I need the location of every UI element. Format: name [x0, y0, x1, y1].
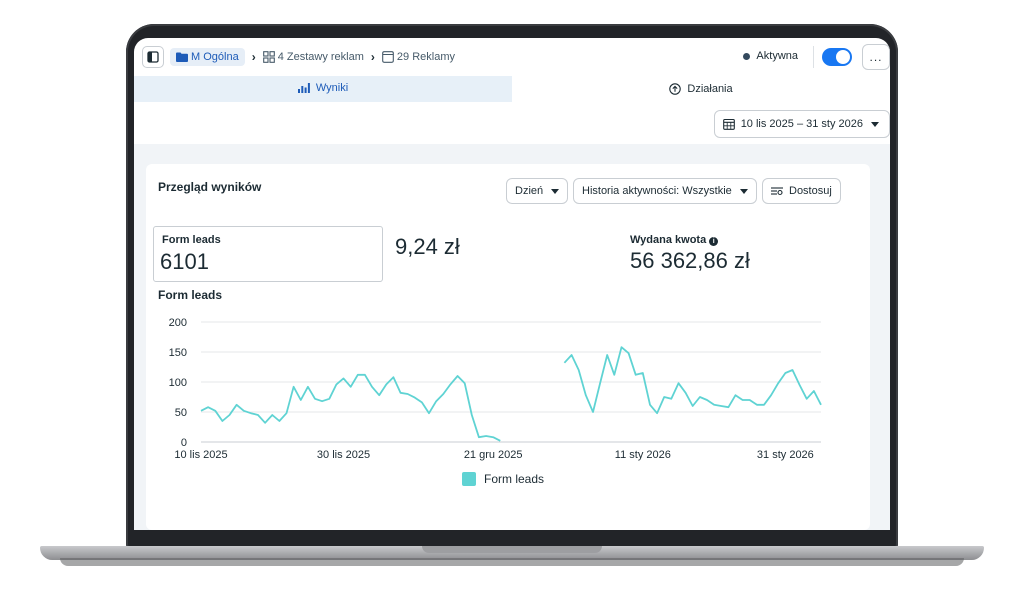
tab-actions[interactable]: Działania: [512, 76, 890, 102]
customize-label: Dostosuj: [789, 185, 832, 197]
breadcrumb-campaign-label: M Ogólna: [191, 51, 239, 63]
ad-icon: [382, 51, 394, 63]
x-tick-label: 11 sty 2026: [615, 449, 671, 461]
results-overview-card: Przegląd wyników Dzień Historia aktywnoś…: [146, 164, 870, 530]
sliders-icon: [771, 186, 783, 196]
breadcrumb-campaign[interactable]: M Ogólna: [170, 48, 245, 66]
laptop-shadow: [60, 558, 964, 566]
y-tick-label: 150: [169, 347, 187, 359]
tab-results-label: Wyniki: [315, 82, 349, 94]
laptop-notch: [422, 546, 602, 553]
form-leads-metric-label: Form leads: [162, 234, 221, 246]
x-tick-label: 10 lis 2025: [174, 449, 227, 461]
folder-icon: [176, 52, 188, 62]
series-line-form-leads: [200, 346, 822, 442]
granularity-label: Dzień: [515, 185, 544, 197]
y-tick-label: 200: [169, 317, 187, 329]
app-screen: M Ogólna › 4 Zestawy reklam › 29 Reklamy…: [134, 38, 890, 530]
status-indicator: Aktywna: [743, 50, 798, 62]
y-tick-label: 50: [175, 407, 187, 419]
info-icon[interactable]: i: [709, 237, 719, 246]
upload-circle-icon: [669, 83, 682, 95]
cost-per-lead-value: 9,24 zł: [395, 234, 460, 259]
legend-label: Form leads: [484, 472, 545, 486]
breadcrumb-adsets[interactable]: 4 Zestawy reklam: [262, 51, 364, 63]
top-bar: M Ogólna › 4 Zestawy reklam › 29 Reklamy…: [134, 38, 890, 76]
breadcrumb-ads-label: 29 Reklamy: [396, 51, 455, 63]
tab-actions-label: Działania: [687, 83, 733, 95]
chart-title: Form leads: [158, 288, 223, 302]
chevron-down-icon: [871, 121, 879, 127]
activity-history-dropdown[interactable]: Historia aktywności: Wszystkie: [573, 178, 757, 204]
x-tick-label: 31 sty 2026: [757, 449, 814, 461]
form-leads-line-chart: 0 50 100 150 200 10 lis 2025 30 lis 2025 21 gru…: [169, 317, 822, 461]
breadcrumb-ads[interactable]: 29 Reklamy: [382, 51, 455, 63]
active-toggle[interactable]: [822, 48, 852, 66]
form-leads-metric-value: 6101: [160, 249, 209, 274]
x-tick-label: 21 gru 2025: [464, 449, 523, 461]
sidebar-icon: [147, 51, 159, 63]
chevron-down-icon: [551, 188, 560, 194]
breadcrumb-adsets-label: 4 Zestawy reklam: [277, 51, 364, 63]
customize-button[interactable]: Dostosuj: [762, 178, 841, 204]
more-options-button[interactable]: ...: [862, 44, 890, 70]
chevron-right-icon: ›: [370, 50, 375, 64]
status-label: Aktywna: [756, 50, 798, 62]
date-range-picker[interactable]: 10 lis 2025 – 31 sty 2026: [713, 110, 890, 138]
calendar-icon: [722, 118, 735, 130]
y-tick-label: 0: [181, 437, 187, 449]
spent-amount-label: Wydana kwota i: [630, 234, 719, 246]
chevron-down-icon: [739, 188, 748, 194]
y-tick-label: 100: [169, 377, 187, 389]
tab-results[interactable]: Wyniki: [134, 76, 512, 102]
chevron-right-icon: ›: [251, 50, 256, 64]
date-row: 10 lis 2025 – 31 sty 2026: [134, 102, 890, 144]
bar-chart-icon: [297, 83, 310, 93]
tab-bar: Wyniki Działania: [134, 76, 890, 102]
chart-legend[interactable]: Form leads: [462, 472, 544, 486]
spent-amount-value: 56 362,86 zł: [630, 248, 750, 273]
overview-title: Przegląd wyników: [158, 180, 262, 194]
legend-swatch: [462, 472, 476, 486]
granularity-dropdown[interactable]: Dzień: [506, 178, 569, 204]
grid-icon: [262, 51, 275, 63]
spent-amount-label-text: Wydana kwota: [630, 234, 707, 246]
divider: [813, 46, 814, 68]
x-tick-label: 30 lis 2025: [317, 449, 370, 461]
date-range-label: 10 lis 2025 – 31 sty 2026: [740, 118, 863, 130]
toggle-knob: [836, 50, 850, 64]
panel-toggle-button[interactable]: [142, 46, 164, 68]
activity-history-label: Historia aktywności: Wszystkie: [582, 185, 732, 197]
form-leads-metric[interactable]: Form leads 6101: [153, 226, 383, 282]
status-dot-icon: [743, 52, 751, 60]
